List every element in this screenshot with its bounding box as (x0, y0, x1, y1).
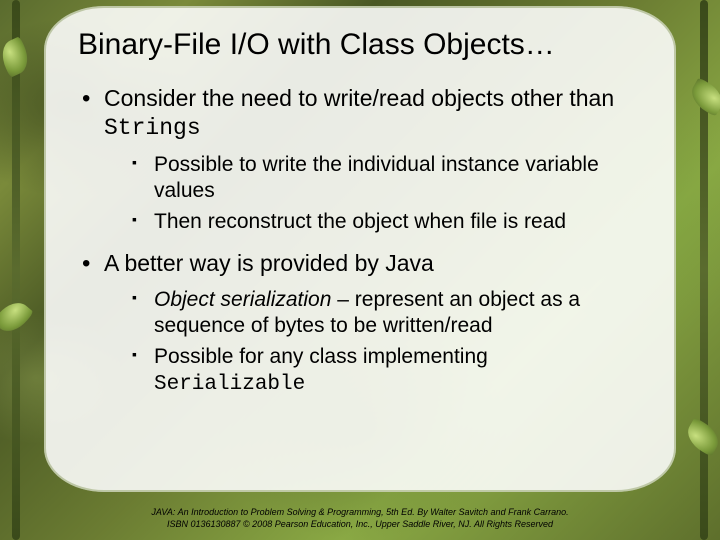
sub-bullet-2-2-code: Serializable (154, 373, 305, 396)
bullet-2: A better way is provided by Java Object … (78, 249, 642, 397)
content-panel: Binary-File I/O with Class Objects… Cons… (44, 6, 676, 492)
footer-line-1: JAVA: An Introduction to Problem Solving… (0, 506, 720, 518)
bullet-1: Consider the need to write/read objects … (78, 84, 642, 235)
slide-title: Binary-File I/O with Class Objects… (78, 28, 642, 62)
bullet-1-code: Strings (104, 115, 201, 141)
sub-list-2: Object serialization – represent an obje… (104, 287, 642, 397)
sub-bullet-1-1: Possible to write the individual instanc… (104, 152, 642, 203)
vine-left (12, 0, 20, 540)
footer: JAVA: An Introduction to Problem Solving… (0, 506, 720, 530)
bullet-list: Consider the need to write/read objects … (78, 84, 642, 397)
sub-bullet-2-2: Possible for any class implementing Seri… (104, 344, 642, 397)
sub-bullet-2-2-pre: Possible for any class implementing (154, 345, 488, 368)
sub-bullet-2-1: Object serialization – represent an obje… (104, 287, 642, 338)
slide: Binary-File I/O with Class Objects… Cons… (0, 0, 720, 540)
sub-bullet-2-1-em: Object serialization (154, 288, 331, 311)
sub-list-1: Possible to write the individual instanc… (104, 152, 642, 235)
bullet-2-text: A better way is provided by Java (104, 250, 434, 276)
bullet-1-text: Consider the need to write/read objects … (104, 85, 614, 111)
footer-line-2: ISBN 0136130887 © 2008 Pearson Education… (0, 518, 720, 530)
sub-bullet-1-2: Then reconstruct the object when file is… (104, 209, 642, 235)
